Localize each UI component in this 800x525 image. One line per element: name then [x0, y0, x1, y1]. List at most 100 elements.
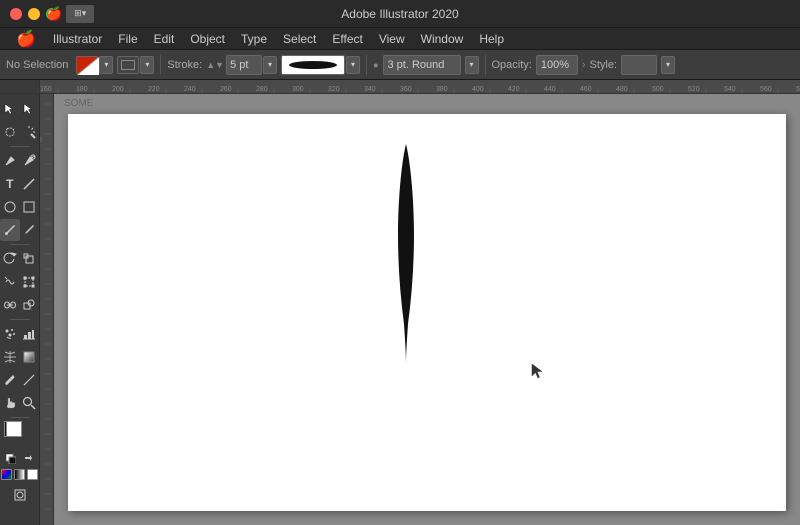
blend-tool[interactable] [0, 294, 20, 316]
calligraphy-stroke [396, 144, 416, 364]
svg-text:400: 400 [472, 86, 484, 93]
svg-text:520: 520 [688, 86, 700, 93]
stroke-unit-dropdown[interactable]: ▾ [263, 56, 277, 74]
ellipse-tool[interactable] [0, 196, 20, 218]
horizontal-ruler: 160 180 200 220 240 260 280 300 320 340 … [0, 80, 800, 94]
stroke-color-dropdown[interactable]: ▾ [140, 56, 154, 74]
svg-text:240: 240 [184, 86, 196, 93]
measure-tool[interactable] [20, 369, 40, 391]
toolbar: T [0, 94, 40, 525]
draw-mode-button[interactable] [7, 484, 33, 506]
svg-text:220: 220 [148, 86, 160, 93]
tool-separator-3 [10, 319, 30, 320]
stroke-color-swatch[interactable] [117, 56, 139, 74]
tool-separator-4 [10, 417, 30, 418]
stroke-label: Stroke: [167, 59, 202, 71]
stroke-width-input[interactable]: 5 pt [226, 55, 262, 75]
menu-help[interactable]: Help [472, 30, 511, 48]
warp-tool[interactable] [0, 271, 20, 293]
svg-text:560: 560 [760, 86, 772, 93]
menu-type[interactable]: Type [234, 30, 274, 48]
no-selection-label: No Selection [6, 59, 68, 71]
menu-effect[interactable]: Effect [325, 30, 369, 48]
brush-dropdown[interactable]: ▾ [346, 56, 360, 74]
style-label: Style: [590, 59, 618, 71]
menu-window[interactable]: Window [414, 30, 471, 48]
style-box[interactable] [621, 55, 657, 75]
minimize-button[interactable] [28, 8, 40, 20]
svg-text:160: 160 [40, 86, 52, 93]
brush-style-select[interactable]: 3 pt. Round [383, 55, 461, 75]
svg-text:440: 440 [544, 86, 556, 93]
column-graph-tool[interactable] [20, 323, 40, 345]
selection-tool[interactable] [0, 98, 20, 120]
menu-select[interactable]: Select [276, 30, 323, 48]
svg-text:500: 500 [652, 86, 664, 93]
direct-selection-tool[interactable] [20, 98, 40, 120]
workspace-switcher[interactable]: ⊞▾ [66, 5, 94, 23]
menu-illustrator[interactable]: Illustrator [46, 30, 109, 48]
divider-3 [485, 55, 486, 75]
lasso-tool[interactable] [0, 121, 20, 143]
svg-text:340: 340 [364, 86, 376, 93]
svg-text:300: 300 [292, 86, 304, 93]
pen-tool[interactable] [0, 150, 20, 172]
paintbrush-tool[interactable] [0, 219, 20, 241]
close-button[interactable] [10, 8, 22, 20]
swap-colors-icon[interactable] [23, 454, 33, 464]
gradient-mode-button[interactable] [13, 468, 26, 481]
titlebar: 🍎 ⊞▾ Adobe Illustrator 2020 [0, 0, 800, 28]
default-colors-icon[interactable] [6, 454, 16, 464]
opacity-label: Opacity: [492, 59, 532, 71]
svg-text:200: 200 [112, 86, 124, 93]
zoom-tool[interactable] [20, 392, 40, 414]
svg-text:480: 480 [616, 86, 628, 93]
menu-object[interactable]: Object [183, 30, 232, 48]
color-mode-button[interactable] [0, 468, 13, 481]
gradient-tool[interactable] [20, 346, 40, 368]
hand-tool[interactable] [0, 392, 20, 414]
canvas-area[interactable]: SOME [54, 94, 800, 525]
document-label: SOME [64, 98, 93, 109]
color-swatch-area[interactable] [4, 421, 38, 447]
svg-text:320: 320 [328, 86, 340, 93]
eyedropper-tool[interactable] [0, 369, 20, 391]
mouse-cursor [530, 362, 546, 380]
fill-swatch[interactable] [76, 56, 98, 74]
menubar: 🍎 Illustrator File Edit Object Type Sele… [0, 28, 800, 50]
document-canvas[interactable] [68, 114, 786, 511]
line-tool[interactable] [20, 173, 40, 195]
svg-text:460: 460 [580, 86, 592, 93]
opacity-value[interactable]: 100% [536, 55, 578, 75]
scale-tool[interactable] [20, 248, 40, 270]
style-dropdown[interactable]: ▾ [661, 56, 675, 74]
svg-text:380: 380 [436, 86, 448, 93]
brush-style-dropdown[interactable]: ▾ [465, 56, 479, 74]
type-tool[interactable]: T [0, 173, 20, 195]
tool-separator-2 [10, 244, 30, 245]
symbol-sprayer-tool[interactable] [0, 323, 20, 345]
svg-text:280: 280 [256, 86, 268, 93]
mesh-tool[interactable] [0, 346, 20, 368]
shape-builder-tool[interactable] [20, 294, 40, 316]
tool-separator-1 [10, 146, 30, 147]
divider-2 [366, 55, 367, 75]
svg-text:420: 420 [508, 86, 520, 93]
menu-apple[interactable]: 🍎 [8, 29, 44, 49]
magic-wand-tool[interactable] [20, 121, 40, 143]
properties-bar: No Selection ▾ ▾ Stroke: ▲▼ 5 pt ▾ ▾ [0, 50, 800, 80]
fill-dropdown[interactable]: ▾ [99, 56, 113, 74]
menu-view[interactable]: View [372, 30, 412, 48]
pencil-tool[interactable] [20, 219, 40, 241]
svg-text:540: 540 [724, 86, 736, 93]
none-mode-button[interactable] [26, 468, 39, 481]
rect-tool[interactable] [20, 196, 40, 218]
divider-1 [160, 55, 161, 75]
stroke-brush-preview[interactable] [281, 55, 345, 75]
anchor-point-tool[interactable] [20, 150, 40, 172]
menu-edit[interactable]: Edit [147, 30, 182, 48]
menu-file[interactable]: File [111, 30, 144, 48]
svg-text:360: 360 [400, 86, 412, 93]
free-transform-tool[interactable] [20, 271, 40, 293]
rotate-tool[interactable] [0, 248, 20, 270]
